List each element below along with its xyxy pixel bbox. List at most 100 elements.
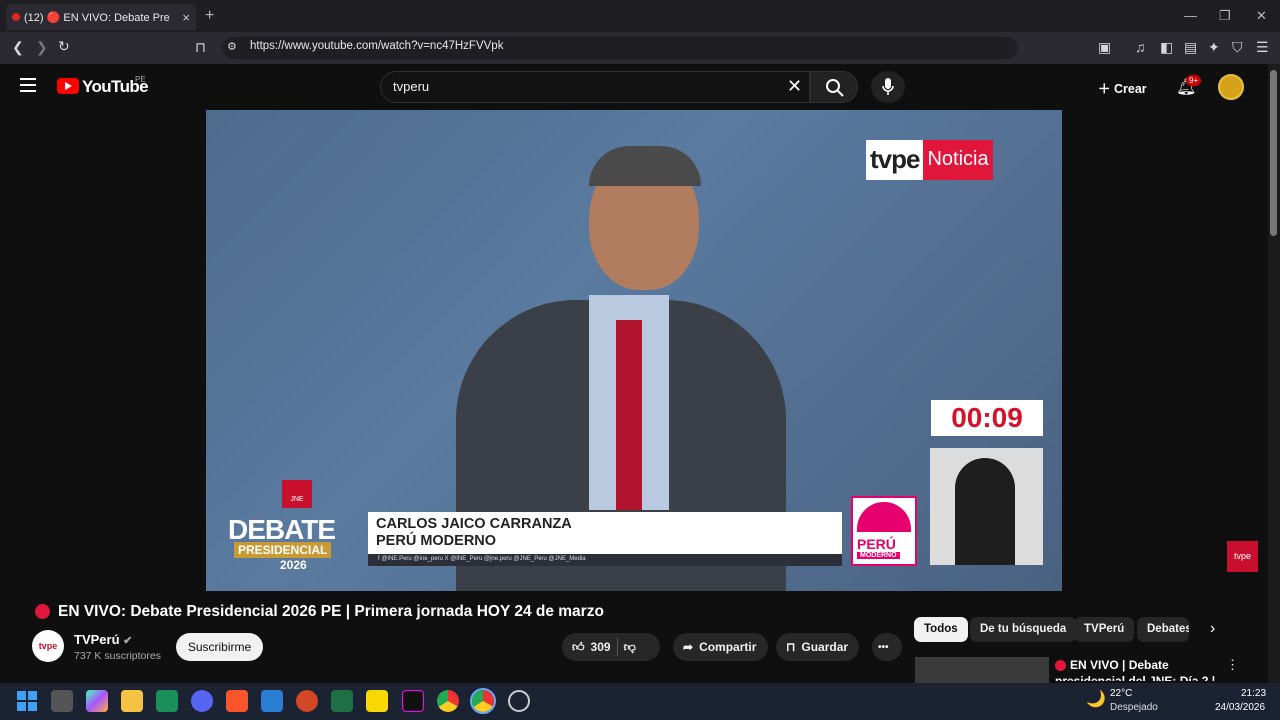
subscribe-button[interactable]: Suscribirme bbox=[176, 633, 263, 661]
brave-icon[interactable] bbox=[226, 690, 248, 712]
search-button[interactable] bbox=[810, 71, 858, 103]
recommendation-title-text: EN VIVO | Debate presidencial del JNE: D… bbox=[1055, 658, 1216, 681]
reload-icon[interactable]: ↻ bbox=[58, 38, 70, 55]
sticky-notes-icon[interactable] bbox=[366, 690, 388, 712]
windows-start-icon[interactable] bbox=[16, 690, 38, 712]
thumbs-up-icon: 👍︎ bbox=[572, 639, 585, 654]
close-window-icon[interactable]: ✕ bbox=[1256, 8, 1267, 24]
chrome-active-icon[interactable] bbox=[470, 688, 496, 714]
user-avatar[interactable] bbox=[1218, 74, 1244, 100]
sign-language-interpreter bbox=[930, 448, 1043, 565]
country-code: PE bbox=[135, 75, 146, 84]
powerpoint-icon[interactable] bbox=[296, 690, 318, 712]
search-icon bbox=[826, 79, 844, 97]
like-dislike-group: 👍︎ 309 👎︎ bbox=[562, 633, 660, 661]
tvpe-logo-text: tvpe bbox=[866, 140, 924, 180]
tab-close-icon[interactable]: × bbox=[182, 10, 190, 25]
share-button[interactable]: ➦ Compartir bbox=[673, 633, 768, 661]
party-logo-arc bbox=[857, 502, 911, 532]
channel-avatar[interactable]: tvpe bbox=[32, 630, 64, 662]
voice-search-button[interactable] bbox=[871, 71, 905, 103]
word-icon[interactable] bbox=[261, 690, 283, 712]
music-icon[interactable]: ♫ bbox=[1135, 39, 1146, 55]
dislike-button[interactable]: 👎︎ bbox=[624, 640, 636, 655]
audio-playing-icon bbox=[12, 13, 20, 21]
youtube-logo-icon[interactable] bbox=[57, 78, 79, 94]
like-button[interactable]: 👍︎ 309 bbox=[572, 640, 611, 655]
chip-tvperu[interactable]: TVPerú bbox=[1074, 617, 1135, 642]
recommendation-title[interactable]: EN VIVO | Debate presidencial del JNE: D… bbox=[1055, 657, 1225, 681]
speaker-name: CARLOS JAICO CARRANZA bbox=[376, 516, 572, 532]
browser-tab-bar: (12) 🔴 EN VIVO: Debate Pre × + — ❐ ✕ bbox=[0, 0, 1280, 32]
chrome-icon[interactable] bbox=[437, 690, 459, 712]
task-view-icon[interactable] bbox=[51, 690, 73, 712]
tab-search-icon[interactable]: ▣ bbox=[1098, 39, 1111, 56]
save-label: Guardar bbox=[801, 640, 849, 654]
bookmark-icon[interactable]: ⊓ bbox=[195, 39, 206, 56]
recommendation-thumbnail[interactable] bbox=[915, 657, 1049, 683]
new-tab-button[interactable]: + bbox=[205, 7, 214, 25]
speaker-lower-third: CARLOS JAICO CARRANZA PERÚ MODERNO bbox=[368, 512, 842, 554]
app-icon-1[interactable] bbox=[156, 690, 178, 712]
debate-logo-year: 2026 bbox=[280, 558, 307, 572]
clock-date[interactable]: 24/03/2026 bbox=[1215, 702, 1265, 713]
save-icon: ⊓ bbox=[786, 640, 796, 654]
chips-next-icon[interactable]: › bbox=[1210, 620, 1215, 638]
leo-ai-icon[interactable]: ✦ bbox=[1208, 39, 1220, 56]
chip-todos[interactable]: Todos bbox=[914, 617, 968, 642]
social-handles-strip: f @INE.Peru @ine_peru X @INE_Peru @jne.p… bbox=[368, 554, 842, 566]
file-explorer-icon[interactable] bbox=[121, 690, 143, 712]
menu-icon[interactable]: ☰ bbox=[1256, 39, 1269, 56]
copilot-icon[interactable] bbox=[86, 690, 108, 712]
create-label: Crear bbox=[1113, 82, 1147, 96]
interpreter-figure bbox=[955, 458, 1015, 565]
like-divider bbox=[616, 638, 618, 656]
discord-icon[interactable] bbox=[191, 690, 213, 712]
sidebar-icon[interactable]: ◧ bbox=[1160, 39, 1173, 56]
maximize-icon[interactable]: ❐ bbox=[1219, 8, 1231, 24]
site-info-icon[interactable]: ⚙ bbox=[227, 40, 237, 53]
microphone-icon bbox=[882, 78, 894, 95]
weather-temp[interactable]: 22°C bbox=[1110, 688, 1132, 699]
scrollbar-thumb[interactable] bbox=[1270, 70, 1277, 236]
back-icon[interactable]: ❮ bbox=[12, 39, 24, 56]
browser-tab[interactable]: (12) 🔴 EN VIVO: Debate Pre × bbox=[6, 4, 196, 30]
like-count: 309 bbox=[590, 640, 611, 654]
weather-status[interactable]: Despejado bbox=[1110, 702, 1158, 713]
clear-search-icon[interactable]: ✕ bbox=[787, 76, 802, 97]
forward-icon[interactable]: ❯ bbox=[36, 39, 48, 56]
subscriber-count: 737 K suscriptores bbox=[74, 650, 161, 662]
share-label: Compartir bbox=[699, 640, 757, 654]
search-value[interactable]: tvperu bbox=[393, 79, 429, 94]
wallet-icon[interactable]: ▤ bbox=[1184, 39, 1197, 56]
jne-logo: JNE bbox=[282, 480, 312, 508]
video-player[interactable]: tvpe Noticia 00:09 JNE DEBATE PRESIDENCI… bbox=[206, 110, 1062, 591]
channel-name[interactable]: TVPerú ✔ bbox=[74, 632, 132, 647]
noticias-logo-text: Noticia bbox=[923, 140, 993, 180]
speaker-hair bbox=[589, 146, 701, 186]
channel-name-text: TVPerú bbox=[74, 632, 120, 647]
tab-title: (12) 🔴 EN VIVO: Debate Pre bbox=[24, 11, 170, 24]
app-icon-2[interactable] bbox=[508, 690, 530, 712]
weather-moon-icon[interactable]: 🌙 bbox=[1086, 689, 1106, 709]
party-logo: PERÚ MODERNO bbox=[851, 496, 917, 566]
speaker-party: PERÚ MODERNO bbox=[376, 533, 497, 549]
recommendation-menu-icon[interactable]: ⋮ bbox=[1226, 657, 1239, 673]
save-button[interactable]: ⊓ Guardar bbox=[776, 633, 859, 661]
chip-debates[interactable]: Debates bbox=[1137, 617, 1189, 642]
search-input[interactable] bbox=[380, 71, 810, 103]
clock-time[interactable]: 21:23 bbox=[1241, 688, 1266, 699]
excel-icon[interactable] bbox=[331, 690, 353, 712]
vpn-shield-icon[interactable]: ⛉ bbox=[1232, 39, 1243, 56]
create-button[interactable]: ＋ Crear bbox=[1098, 78, 1147, 97]
party-logo-word-1: PERÚ bbox=[857, 536, 896, 552]
url-text[interactable]: https://www.youtube.com/watch?v=nc47HzFV… bbox=[250, 40, 503, 52]
more-actions-button[interactable]: ••• bbox=[872, 633, 902, 661]
chip-de-tu-busqueda[interactable]: De tu búsqueda bbox=[970, 617, 1077, 642]
tiktok-icon[interactable] bbox=[402, 690, 424, 712]
party-logo-word-2: MODERNO bbox=[857, 552, 900, 559]
debate-timer: 00:09 bbox=[931, 400, 1043, 436]
tvpe-noticias-logo: tvpe Noticia bbox=[866, 140, 993, 180]
guide-menu-icon[interactable] bbox=[20, 78, 37, 92]
minimize-icon[interactable]: — bbox=[1184, 8, 1197, 23]
